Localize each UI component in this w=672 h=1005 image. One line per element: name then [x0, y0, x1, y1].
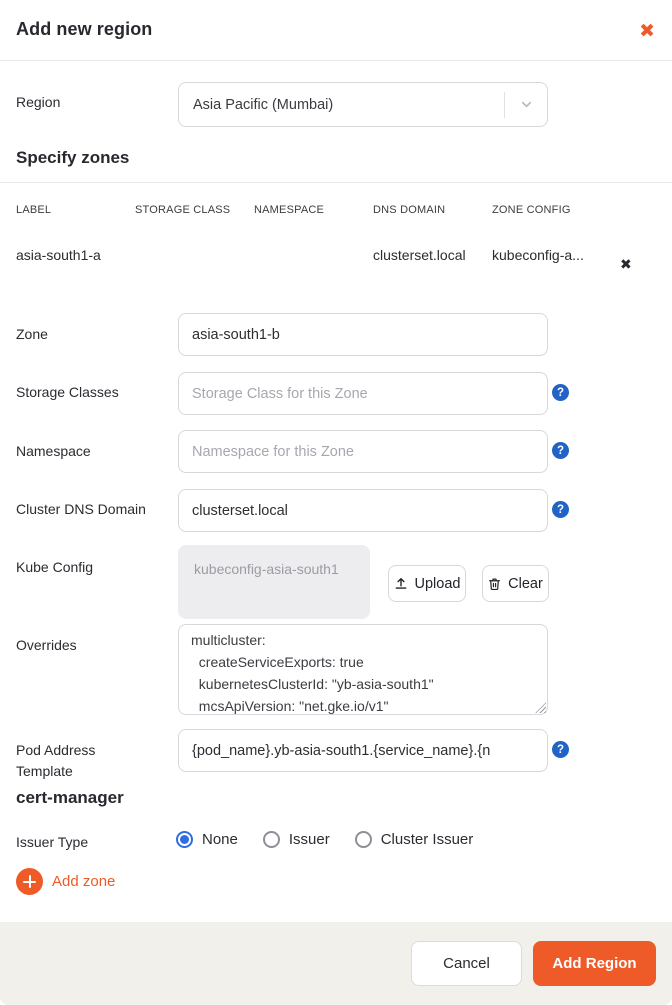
- zone-row-zone-config: kubeconfig-a...: [492, 247, 584, 263]
- header-divider: [0, 60, 672, 61]
- page-title: Add new region: [16, 19, 153, 39]
- upload-button-label: Upload: [414, 575, 461, 592]
- column-header-namespace: NAMESPACE: [254, 204, 325, 216]
- storage-classes-label: Storage Classes: [16, 384, 119, 400]
- radio-unselected-icon: [354, 831, 372, 848]
- namespace-input[interactable]: [178, 430, 548, 473]
- add-zone-label: Add zone: [52, 873, 116, 890]
- cert-manager-heading: cert-manager: [16, 788, 124, 807]
- overrides-label: Overrides: [16, 637, 77, 653]
- specify-zones-heading: Specify zones: [16, 148, 130, 167]
- radio-option-issuer[interactable]: Issuer: [262, 831, 330, 848]
- region-label: Region: [16, 94, 61, 110]
- radio-label-issuer: Issuer: [288, 831, 330, 848]
- radio-option-cluster-issuer[interactable]: Cluster Issuer: [354, 831, 474, 848]
- column-header-dns-domain: DNS DOMAIN: [373, 204, 446, 216]
- zone-row-label: asia-south1-a: [16, 247, 101, 263]
- clear-button-label: Clear: [508, 575, 543, 592]
- pod-address-input[interactable]: [178, 729, 548, 772]
- region-select-value: Asia Pacific (Mumbai): [193, 96, 334, 113]
- chevron-down-icon[interactable]: [505, 97, 547, 112]
- radio-option-none[interactable]: None: [176, 831, 238, 848]
- zones-divider: [0, 182, 672, 183]
- column-header-zone-config: ZONE CONFIG: [492, 204, 571, 216]
- add-region-button[interactable]: Add Region: [533, 941, 656, 986]
- radio-label-none: None: [202, 831, 238, 848]
- column-header-storage-class: STORAGE CLASS: [135, 204, 231, 216]
- add-zone-button[interactable]: Add zone: [16, 868, 115, 895]
- column-header-label: LABEL: [16, 204, 52, 216]
- clear-button[interactable]: Clear: [482, 565, 549, 602]
- modal-footer: Cancel Add Region: [0, 922, 672, 1005]
- pod-address-label: Pod Address Template: [16, 742, 96, 779]
- dns-domain-help-icon[interactable]: ?: [552, 501, 569, 518]
- radio-unselected-icon: [262, 831, 280, 848]
- namespace-help-icon[interactable]: ?: [552, 442, 569, 459]
- upload-button[interactable]: Upload: [388, 565, 466, 602]
- kube-config-filename: kubeconfig-asia-south1: [178, 545, 370, 619]
- pod-address-help-icon[interactable]: ?: [552, 741, 569, 758]
- radio-selected-icon: [176, 831, 193, 848]
- radio-label-cluster-issuer: Cluster Issuer: [380, 831, 474, 848]
- cancel-button[interactable]: Cancel: [411, 941, 522, 986]
- dns-domain-input[interactable]: [178, 489, 548, 532]
- upload-icon: [394, 577, 408, 591]
- plus-icon: [16, 868, 43, 895]
- close-icon[interactable]: ✖: [639, 19, 655, 45]
- overrides-textarea[interactable]: multicluster: createServiceExports: true…: [178, 624, 548, 715]
- zone-label: Zone: [16, 326, 48, 342]
- kube-config-label: Kube Config: [16, 559, 94, 575]
- issuer-type-radio-group: None Issuer Cluster Issuer: [176, 831, 473, 848]
- delete-zone-icon[interactable]: ✖: [620, 256, 632, 273]
- region-select[interactable]: Asia Pacific (Mumbai): [178, 82, 548, 127]
- add-new-region-modal: Add new region ✖ Region Asia Pacific (Mu…: [0, 0, 672, 1005]
- zone-input[interactable]: [178, 313, 548, 356]
- namespace-label: Namespace: [16, 443, 91, 459]
- textarea-resize-handle[interactable]: [535, 702, 546, 713]
- zone-row-dns-domain: clusterset.local: [373, 247, 466, 263]
- storage-classes-input[interactable]: [178, 372, 548, 415]
- dns-domain-label: Cluster DNS Domain: [16, 501, 146, 517]
- storage-classes-help-icon[interactable]: ?: [552, 384, 569, 401]
- trash-icon: [488, 577, 501, 591]
- issuer-type-label: Issuer Type: [16, 834, 89, 850]
